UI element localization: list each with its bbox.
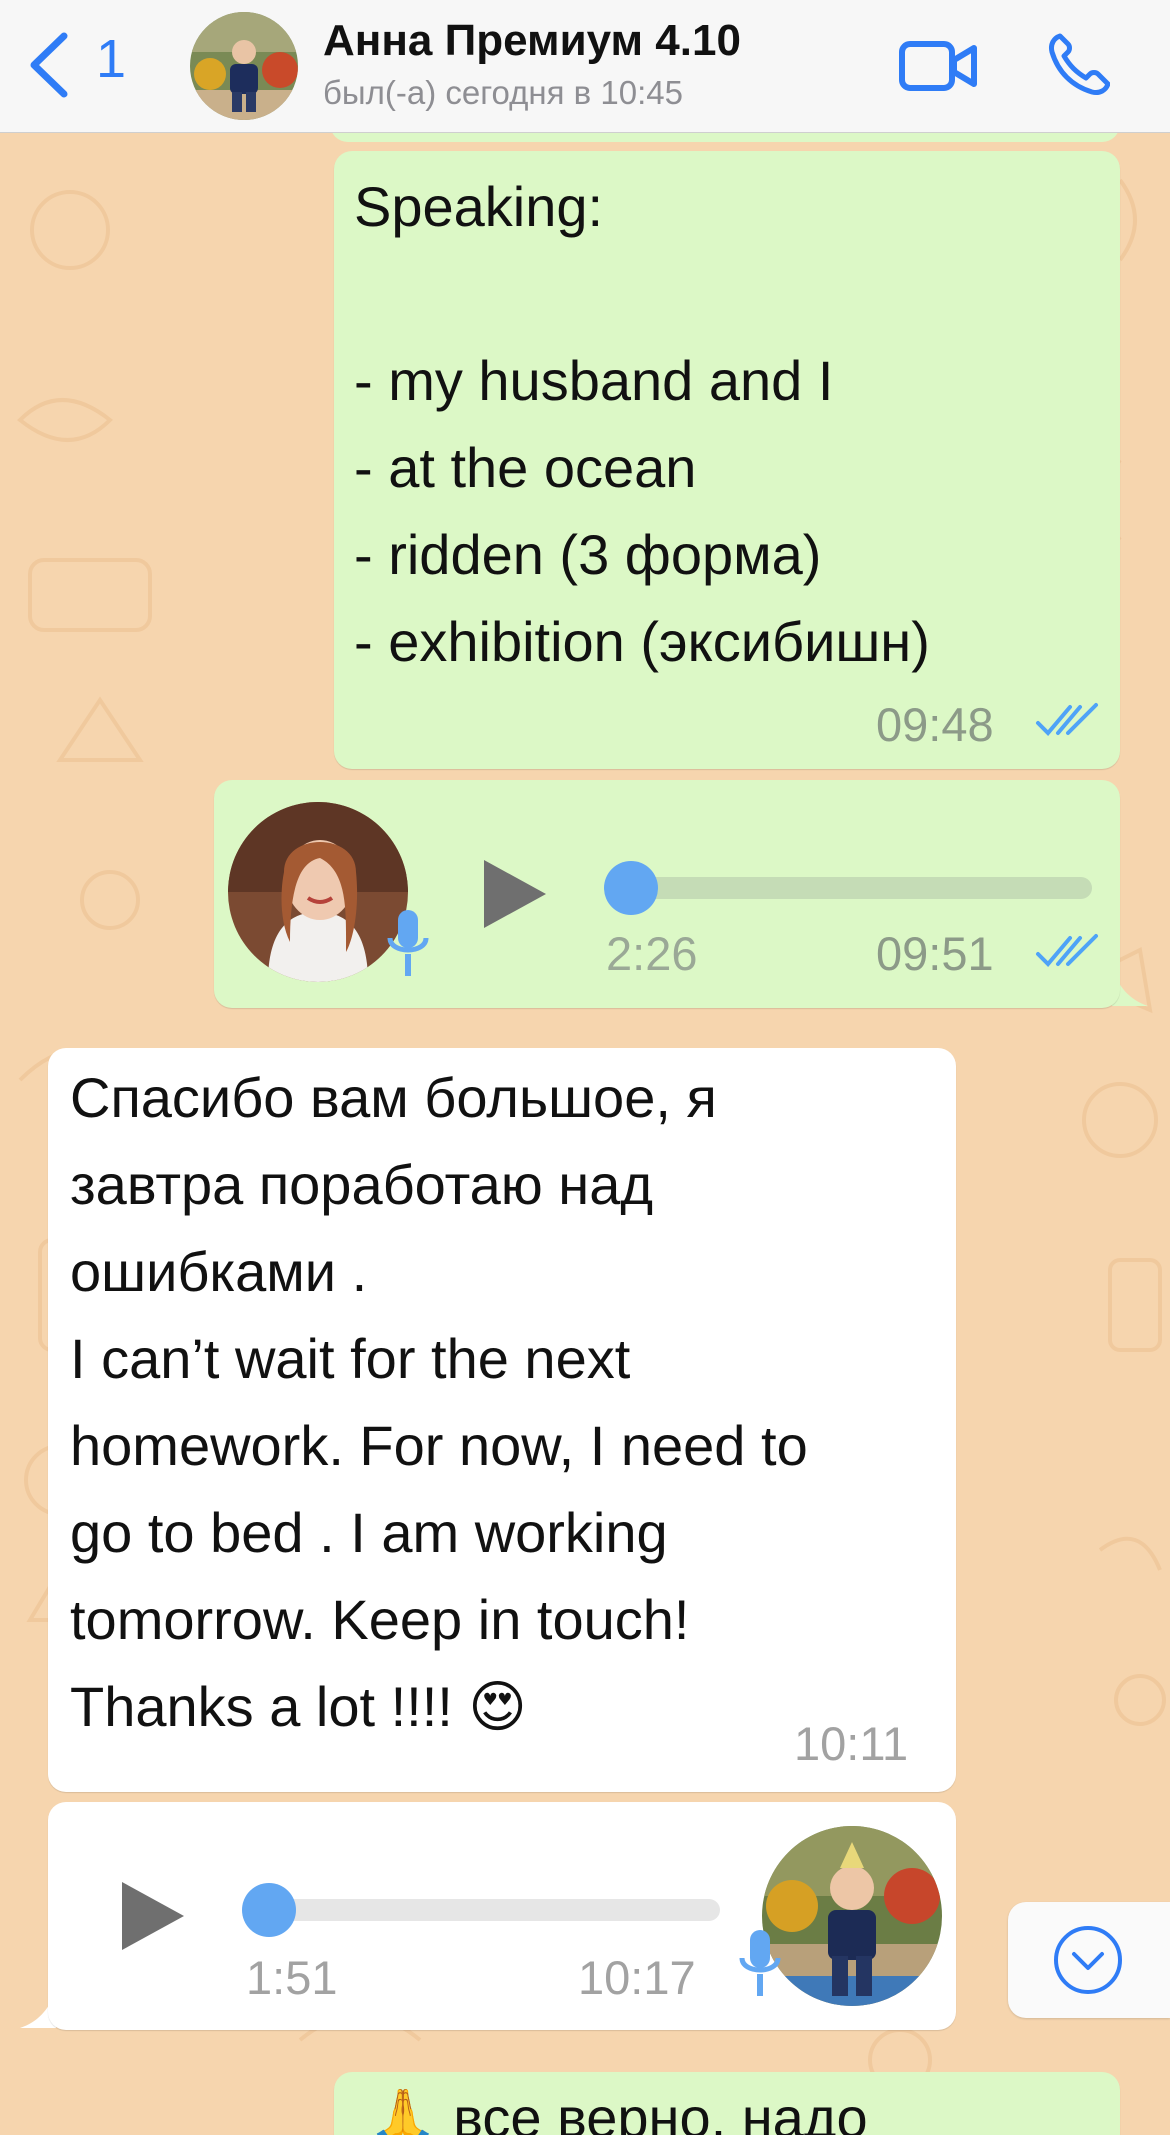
message-text: Спасибо вам большое, я завтра поработаю … — [70, 1066, 808, 1738]
voice-progress-knob[interactable] — [604, 861, 658, 915]
voice-progress-track[interactable] — [258, 1899, 720, 1921]
contact-name[interactable]: Анна Премиум 4.10 — [323, 16, 741, 66]
phone-icon[interactable] — [1046, 30, 1110, 98]
voice-progress-track[interactable] — [614, 877, 1092, 899]
voice-duration: 2:26 — [606, 927, 698, 980]
voice-message-incoming[interactable]: 1:51 10:17 — [48, 1802, 956, 2030]
microphone-icon — [387, 910, 429, 976]
play-icon[interactable] — [480, 856, 550, 932]
read-receipt-icon — [1036, 703, 1098, 736]
microphone-icon — [739, 1930, 781, 1996]
voice-message-outgoing[interactable]: 2:26 09:51 — [214, 780, 1120, 1008]
chevron-left-icon[interactable] — [24, 30, 72, 100]
message-text: 🙏 все верно, надо — [368, 2086, 868, 2135]
message-bubble-incoming[interactable]: Спасибо вам большое, я завтра поработаю … — [48, 1048, 956, 1792]
message-bubble-outgoing-partial[interactable]: 🙏 все верно, надо — [334, 2072, 1120, 2135]
unread-count[interactable]: 1 — [96, 28, 126, 90]
message-text: Speaking: - my husband and I - at the oc… — [354, 175, 930, 673]
message-bubble-outgoing[interactable]: Speaking: - my husband and I - at the oc… — [334, 151, 1120, 769]
contact-avatar[interactable] — [190, 12, 298, 120]
sender-avatar — [228, 802, 408, 982]
voice-duration: 1:51 — [246, 1951, 338, 2004]
message-time: 09:51 — [876, 927, 994, 980]
scroll-to-bottom-button[interactable] — [1008, 1902, 1170, 2018]
message-time: 10:17 — [578, 1951, 696, 2004]
voice-progress-knob[interactable] — [242, 1883, 296, 1937]
chat-header: 1 Анна Премиум 4.10 был(-а) сегодня в 10… — [0, 0, 1170, 133]
chevron-down-circle-icon — [1054, 1926, 1122, 1994]
last-seen-status: был(-а) сегодня в 10:45 — [323, 74, 683, 111]
play-icon[interactable] — [118, 1878, 188, 1954]
message-time: 09:48 — [876, 698, 994, 751]
message-time: 10:11 — [794, 1717, 909, 1770]
read-receipt-icon — [1036, 934, 1098, 967]
video-camera-icon[interactable] — [898, 38, 978, 94]
sender-avatar — [762, 1826, 942, 2006]
